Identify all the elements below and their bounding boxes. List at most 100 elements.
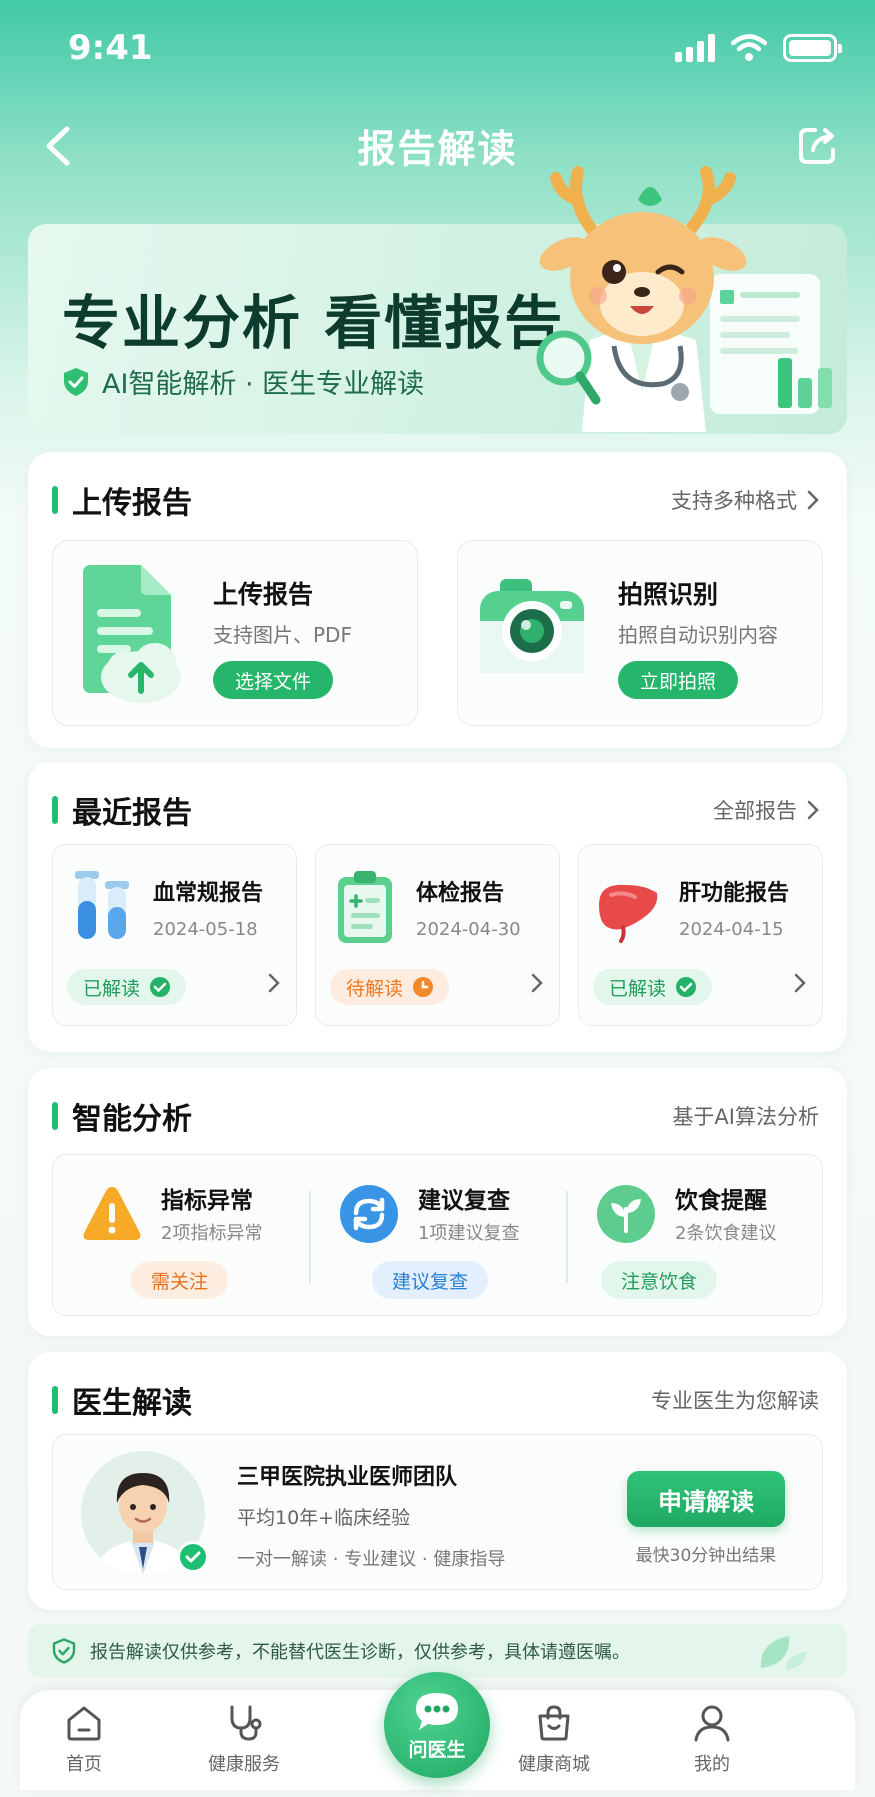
section-title: 最近报告 xyxy=(72,796,192,831)
tab-label: 问医生 xyxy=(408,1738,466,1761)
analysis-title: 饮食提醒 xyxy=(675,1188,767,1214)
report-date: 2024-04-30 xyxy=(416,919,521,940)
title-accent-bar xyxy=(52,1386,58,1414)
upload-section: 上传报告 支持多种格式 上传报告 支持图片、PDF 选择文件 拍照识别 拍照自动… xyxy=(28,452,847,748)
report-name: 肝功能报告 xyxy=(679,881,790,906)
status-badge: 已解读 xyxy=(593,969,713,1005)
choose-file-button[interactable]: 选择文件 xyxy=(213,661,334,699)
analysis-subtitle: 1项建议复查 xyxy=(418,1223,520,1244)
analysis-item-recheck[interactable]: 建议复查 1项建议复查 建议复查 xyxy=(310,1155,567,1317)
status-text: 待解读 xyxy=(346,977,404,1000)
analysis-subtitle: 2项指标异常 xyxy=(161,1223,263,1244)
chevron-right-icon xyxy=(531,973,543,993)
section-title: 上传报告 xyxy=(72,486,192,521)
status-badge: 已解读 xyxy=(67,969,187,1005)
clipboard-icon xyxy=(338,871,392,943)
doctor-note: 专业医生为您解读 xyxy=(651,1385,819,1415)
title-accent-bar xyxy=(52,796,58,824)
doctor-service-tags: 一对一解读 · 专业建议 · 健康指导 xyxy=(237,1549,506,1570)
analysis-note-text: 基于AI算法分析 xyxy=(672,1105,819,1129)
banner-subtitle-text: AI智能解析 · 医生专业解读 xyxy=(102,369,425,400)
doctor-header: 医生解读 专业医生为您解读 xyxy=(52,1380,819,1421)
report-item[interactable]: 体检报告 2024-04-30 待解读 xyxy=(315,844,560,1026)
tab-label: 健康服务 xyxy=(208,1754,280,1775)
wifi-icon xyxy=(731,34,767,61)
liver-icon xyxy=(599,884,658,943)
diet-tag: 注意饮食 xyxy=(601,1261,718,1299)
option-title: 上传报告 xyxy=(213,580,314,609)
camera-icon xyxy=(480,579,584,673)
turnaround-note: 最快30分钟出结果 xyxy=(635,1546,777,1566)
check-circle-icon xyxy=(676,977,697,997)
upload-header: 上传报告 支持多种格式 xyxy=(52,480,819,521)
refresh-icon xyxy=(340,1185,398,1243)
all-reports-text: 全部报告 xyxy=(713,799,797,823)
report-name: 体检报告 xyxy=(416,881,505,906)
banner-subtitle: AI智能解析 · 医生专业解读 xyxy=(62,362,424,401)
tab-mine[interactable]: 我的 xyxy=(652,1704,772,1784)
shopping-bag-icon xyxy=(538,1705,570,1741)
banner-title: 专业分析 看懂报告 xyxy=(62,289,565,357)
section-title: 医生解读 xyxy=(72,1386,192,1421)
doctor-team-name: 三甲医院执业医师团队 xyxy=(237,1465,458,1490)
shield-icon xyxy=(52,1638,76,1664)
status-icons xyxy=(675,34,842,62)
report-date: 2024-04-15 xyxy=(679,919,784,940)
test-tubes-icon xyxy=(75,871,129,939)
tab-label: 首页 xyxy=(66,1754,102,1775)
chevron-right-icon xyxy=(807,490,819,510)
tab-label: 健康商城 xyxy=(518,1754,590,1775)
option-title: 拍照识别 xyxy=(618,580,719,609)
warning-icon xyxy=(83,1187,141,1240)
disclaimer-bar: 报告解读仅供参考，不能替代医生诊断，仅供参考，具体请遵医嘱。 xyxy=(28,1624,847,1678)
all-reports-link[interactable]: 全部报告 xyxy=(713,795,819,825)
analysis-header: 智能分析 基于AI算法分析 xyxy=(52,1096,819,1137)
recent-header: 最近报告 全部报告 xyxy=(52,790,819,831)
user-icon xyxy=(694,1705,730,1742)
deer-mascot xyxy=(536,166,747,432)
leaf-decoration-icon xyxy=(760,1636,807,1670)
clock-icon xyxy=(413,977,434,997)
stethoscope-icon xyxy=(230,1705,262,1741)
analysis-note: 基于AI算法分析 xyxy=(672,1101,819,1131)
analysis-item-abnormal[interactable]: 指标异常 2项指标异常 需关注 xyxy=(53,1155,310,1317)
report-name: 血常规报告 xyxy=(153,881,264,906)
analysis-title: 建议复查 xyxy=(418,1188,510,1214)
status-badge: 待解读 xyxy=(330,969,450,1005)
report-item[interactable]: 肝功能报告 2024-04-15 已解读 xyxy=(578,844,823,1026)
status-text: 已解读 xyxy=(83,977,141,1000)
status-time: 9:41 xyxy=(68,28,153,68)
home-icon xyxy=(67,1706,101,1741)
tab-home[interactable]: 首页 xyxy=(24,1704,144,1784)
tab-health-mall[interactable]: 健康商城 xyxy=(494,1704,614,1784)
smart-analysis-section: 智能分析 基于AI算法分析 指标异常 2项指标异常 需关注 建议复查 1项建议复… xyxy=(28,1068,847,1336)
formats-link[interactable]: 支持多种格式 xyxy=(671,485,819,515)
shield-check-icon xyxy=(64,367,88,396)
doctor-team-card: 三甲医院执业医师团队 平均10年+临床经验 一对一解读 · 专业建议 · 健康指… xyxy=(52,1434,823,1590)
analysis-title: 指标异常 xyxy=(161,1188,253,1214)
take-photo-button[interactable]: 立即拍照 xyxy=(618,661,739,699)
formats-link-text: 支持多种格式 xyxy=(671,489,797,513)
doctor-interpretation-section: 医生解读 专业医生为您解读 三甲医院执业医师团队 平均10年+临床经验 一对一解… xyxy=(28,1352,847,1610)
title-accent-bar xyxy=(52,486,58,514)
analysis-summary: 指标异常 2项指标异常 需关注 建议复查 1项建议复查 建议复查 饮食提醒 2条… xyxy=(52,1154,823,1316)
analysis-item-diet[interactable]: 饮食提醒 2条饮食建议 注意饮食 xyxy=(567,1155,824,1317)
recheck-tag: 建议复查 xyxy=(372,1261,489,1299)
check-circle-icon xyxy=(150,977,171,997)
upload-file-option[interactable]: 上传报告 支持图片、PDF 选择文件 xyxy=(52,540,418,726)
disclaimer-text: 报告解读仅供参考，不能替代医生诊断，仅供参考，具体请遵医嘱。 xyxy=(90,1642,630,1663)
tab-ask-doctor[interactable]: 问医生 xyxy=(384,1672,490,1778)
share-icon xyxy=(799,128,835,164)
report-date: 2024-05-18 xyxy=(153,919,258,940)
chat-icon xyxy=(416,1692,458,1730)
share-button[interactable] xyxy=(789,118,845,174)
signal-icon xyxy=(675,34,715,62)
photo-scan-option[interactable]: 拍照识别 拍照自动识别内容 立即拍照 xyxy=(457,540,823,726)
status-text: 已解读 xyxy=(609,977,667,1000)
section-title: 智能分析 xyxy=(72,1102,192,1137)
tab-health-service[interactable]: 健康服务 xyxy=(184,1704,304,1784)
chevron-right-icon xyxy=(794,973,806,993)
apply-interpretation-button[interactable]: 申请解读 xyxy=(627,1471,785,1527)
chevron-right-icon xyxy=(268,973,280,993)
report-item[interactable]: 血常规报告 2024-05-18 已解读 xyxy=(52,844,297,1026)
